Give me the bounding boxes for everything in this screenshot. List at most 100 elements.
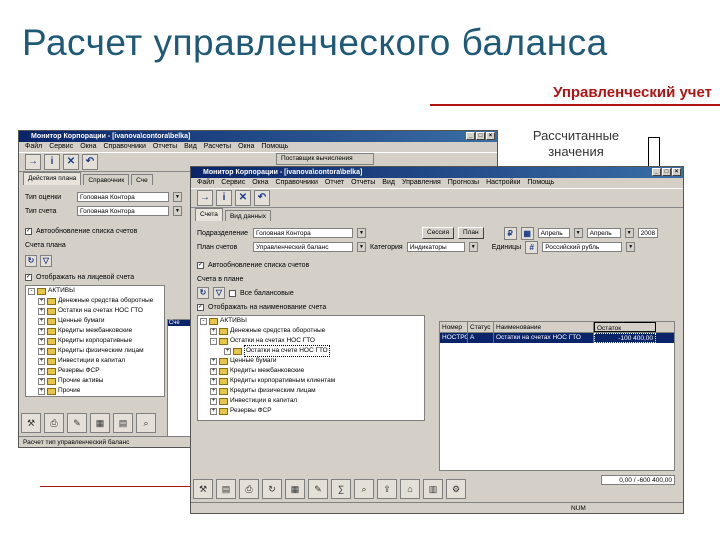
chevron-down-icon[interactable]: ▼ [357,228,366,238]
tree-item[interactable]: + Денежные средства оборотные [26,296,164,306]
menu-item[interactable]: Отчеты [153,142,177,152]
tools-icon[interactable]: ⚒ [193,479,213,499]
column-header[interactable]: Наименование [494,322,594,332]
menu-item[interactable]: Отчеты [351,178,375,188]
chevron-down-icon[interactable]: ▼ [468,242,478,252]
expand-icon[interactable]: + [38,377,45,385]
currency-select[interactable]: Российский рубль [542,242,623,252]
edit-icon[interactable]: ✎ [308,479,328,499]
edit-icon[interactable]: ✎ [67,413,87,433]
menu-item[interactable]: Справочники [275,178,317,188]
expand-icon[interactable]: + [224,347,231,355]
close-button[interactable]: × [672,168,681,176]
tree-item[interactable]: + Инвестиции в капитал [198,396,424,406]
cell-balance[interactable]: -100 400,00 [594,333,656,343]
chevron-down-icon[interactable]: ▼ [624,228,634,238]
expand-icon[interactable]: + [38,357,45,365]
menu-item[interactable]: Прогнозы [448,178,479,188]
tree-item[interactable]: + Кредиты корпоративные [26,336,164,346]
arrow-icon[interactable]: → [25,154,41,170]
show-names-checkbox[interactable]: ✓ [197,303,204,311]
column-header[interactable]: Номер [440,322,468,332]
menu-item[interactable]: Настройки [486,178,520,188]
menu-item[interactable]: Окна [238,142,254,152]
menu-item[interactable]: Окна [252,178,268,188]
expand-icon[interactable]: + [38,347,45,355]
printer-icon[interactable]: ⎙ [239,479,259,499]
autoupdate-checkbox[interactable]: ✓ [25,227,32,235]
expand-icon[interactable]: + [210,367,217,375]
tree-item[interactable]: + Ценные бумаги [26,316,164,326]
tree-item[interactable]: + Кредиты физическим лицам [26,346,164,356]
document-icon[interactable]: ▤ [216,479,236,499]
tree-item[interactable]: + Денежные средства оборотные [198,326,424,336]
chevron-down-icon[interactable]: ▼ [173,206,182,216]
table-row[interactable]: НОСТРО А Остатки на счетах НОС ГТО -100 … [440,333,674,343]
units-icon[interactable]: # [525,240,539,254]
column-header[interactable]: Статус [468,322,494,332]
tree-item[interactable]: - АКТИВЫ [26,286,164,296]
expand-icon[interactable]: + [38,307,45,315]
menu-item[interactable]: Сервис [49,142,73,152]
front-window-titlebar[interactable]: Монитор Корпорации - [ivanova\contora\be… [191,167,683,178]
currency-icon[interactable]: ₽ [503,226,517,240]
expand-icon[interactable]: + [210,377,217,385]
menu-item[interactable]: Вид [382,178,395,188]
tree-item[interactable]: + Резервы ФСР [26,366,164,376]
chevron-down-icon[interactable]: ▼ [357,242,366,252]
tab-accounts[interactable]: Счета [195,208,223,221]
zoom-icon[interactable]: ⌕ [354,479,374,499]
tree-item[interactable]: + Ценные бумаги [198,356,424,366]
account-type-input[interactable]: Головная Контора [77,206,169,216]
menu-item[interactable]: Вид [184,142,197,152]
menu-item[interactable]: Файл [25,142,42,152]
expand-icon[interactable]: + [38,327,45,335]
maximize-button[interactable]: □ [662,168,671,176]
calendar-icon[interactable]: ▦ [520,226,534,240]
plan-button[interactable]: План [457,227,484,239]
tab-directory[interactable]: Справочник [83,174,130,185]
expand-icon[interactable]: + [210,397,217,405]
expand-icon[interactable]: + [38,337,45,345]
tools-icon[interactable]: ⚒ [21,413,41,433]
refresh-icon[interactable]: ↻ [262,479,282,499]
expand-icon[interactable]: + [210,387,217,395]
chart-icon[interactable]: ▦ [90,413,110,433]
filter-icon[interactable]: ▽ [213,287,225,299]
tree-item[interactable]: + Кредиты физическим лицам [198,386,424,396]
menu-item[interactable]: Файл [197,178,214,188]
tree-item[interactable]: + Остатки на счетах НОС ГТО [26,306,164,316]
settings-icon[interactable]: ⚙ [446,479,466,499]
close-button[interactable]: × [486,132,495,140]
category-input[interactable]: Индикаторы [406,242,465,252]
column-header[interactable]: Остаток [594,322,656,332]
month-to-select[interactable]: Апрель [586,228,621,238]
division-input[interactable]: Головная Контора [253,228,353,238]
zoom-icon[interactable]: ⌕ [136,413,156,433]
tree-item[interactable]: + Прочие [26,386,164,396]
menu-item[interactable]: Управления [402,178,441,188]
menu-item[interactable]: Помощь [527,178,554,188]
menu-item[interactable]: Расчеты [204,142,231,152]
undo-icon[interactable]: ↶ [254,190,270,206]
calculator-icon[interactable]: ∑ [331,479,351,499]
table-icon[interactable]: ▤ [113,413,133,433]
expand-icon[interactable]: + [210,327,217,335]
menu-item[interactable]: Помощь [261,142,288,152]
tab-accounts[interactable]: Сче [131,174,153,185]
tab-data-view[interactable]: Вид данных [224,210,272,221]
chart-of-accounts-input[interactable]: Управленческий баланс [253,242,353,252]
year-input[interactable]: 2008 [637,228,658,238]
printer-icon[interactable]: ⎙ [44,413,64,433]
minimize-button[interactable]: _ [466,132,475,140]
info-icon[interactable]: i [44,154,60,170]
chevron-down-icon[interactable]: ▼ [573,228,583,238]
menu-item[interactable]: Сервис [221,178,245,188]
refresh-icon[interactable]: ↻ [25,255,37,267]
tree-item[interactable]: + Инвестиции в капитал [26,356,164,366]
tree-item[interactable]: + Прочие активы [26,376,164,386]
tree-item[interactable]: + Кредиты межбанковские [198,366,424,376]
arrow-icon[interactable]: → [197,190,213,206]
lock-icon[interactable]: ⌂ [400,479,420,499]
tree-item[interactable]: + Резервы ФСР [198,406,424,416]
